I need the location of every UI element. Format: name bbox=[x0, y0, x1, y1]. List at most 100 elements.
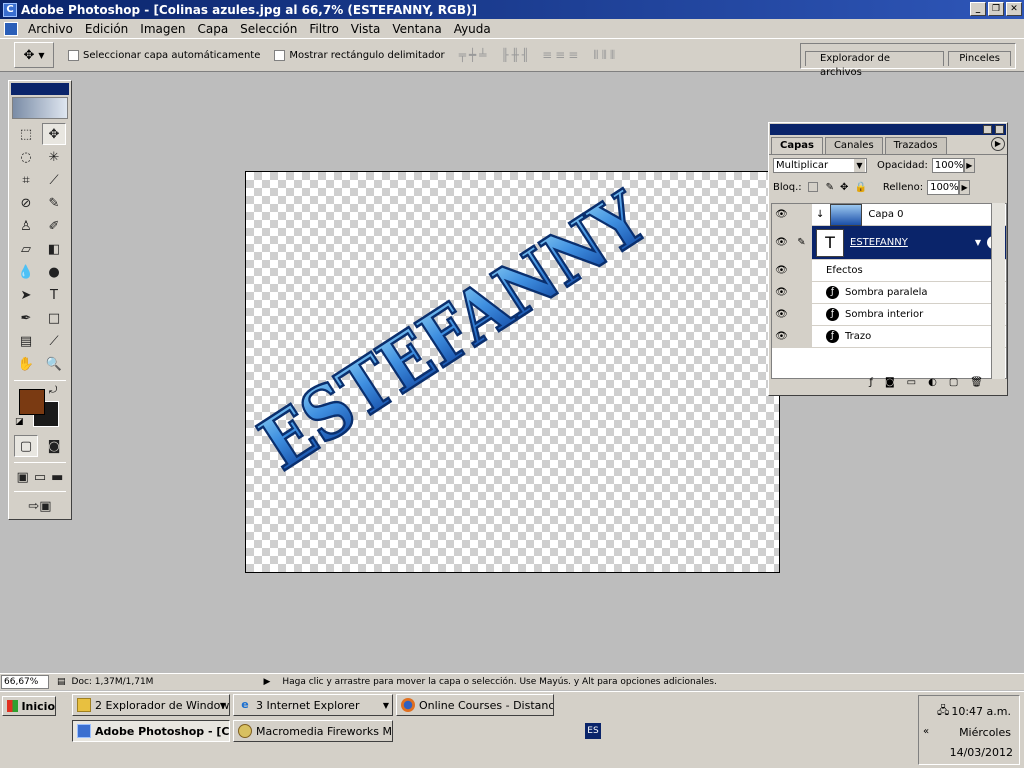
new-set-icon[interactable]: ▭ bbox=[907, 377, 916, 393]
menu-imagen[interactable]: Imagen bbox=[134, 22, 191, 36]
document-info-icon[interactable]: ▤ bbox=[57, 677, 66, 687]
crop-tool-icon[interactable]: ⌗ bbox=[14, 169, 38, 191]
blend-mode-select[interactable]: Multiplicar bbox=[773, 158, 867, 173]
align-bottom-icon[interactable]: ╧ bbox=[479, 48, 486, 62]
history-brush-tool-icon[interactable]: ✐ bbox=[42, 215, 66, 237]
start-button[interactable]: Inicio bbox=[2, 696, 56, 716]
shape-tool-icon[interactable]: □ bbox=[42, 307, 66, 329]
taskbar-button-photoshop[interactable]: Adobe Photoshop - [C... bbox=[72, 720, 230, 742]
menu-seleccion[interactable]: Selección bbox=[234, 22, 303, 36]
tab-brushes[interactable]: Pinceles bbox=[948, 51, 1011, 66]
distribute-right-icon[interactable]: ⦀ bbox=[610, 48, 615, 63]
visibility-eye-icon[interactable]: 👁 bbox=[772, 304, 792, 325]
type-tool-icon[interactable]: T bbox=[42, 284, 66, 306]
tool-preset-picker[interactable]: ✥ ▼ bbox=[14, 42, 54, 68]
slice-tool-icon[interactable]: ⟋ bbox=[42, 169, 66, 191]
align-hcenter-icon[interactable]: ╫ bbox=[512, 48, 519, 62]
blur-tool-icon[interactable]: 💧 bbox=[14, 261, 38, 283]
layer-row[interactable]: 👁 ✎ T ESTEFANNY ▼ ƒ bbox=[772, 226, 1006, 260]
network-icon[interactable]: 🖧 bbox=[937, 702, 949, 721]
language-indicator[interactable]: ES bbox=[585, 723, 601, 739]
foreground-color-swatch[interactable] bbox=[19, 389, 45, 415]
toolbox-title-bar[interactable] bbox=[11, 83, 69, 95]
lock-image-icon[interactable]: ✎ bbox=[826, 182, 834, 193]
opacity-slider-button[interactable]: ▶ bbox=[963, 158, 975, 173]
taskbar-button-firefox[interactable]: Online Courses - Distanc... bbox=[396, 694, 554, 716]
tab-canales[interactable]: Canales bbox=[824, 137, 883, 154]
visibility-eye-icon[interactable]: 👁 bbox=[772, 204, 792, 225]
eyedropper-tool-icon[interactable]: ⟋ bbox=[42, 330, 66, 352]
adobe-online-icon[interactable] bbox=[12, 97, 68, 119]
clock-time[interactable]: 10:47 a.m. bbox=[951, 705, 1011, 718]
doc-minimize-button[interactable]: _ bbox=[970, 2, 986, 16]
swap-colors-icon[interactable]: ⤾ bbox=[49, 385, 57, 396]
menu-capa[interactable]: Capa bbox=[191, 22, 234, 36]
distribute-top-icon[interactable]: ≡ bbox=[542, 48, 552, 63]
palette-close-button[interactable] bbox=[995, 125, 1004, 134]
document-icon[interactable] bbox=[4, 21, 18, 36]
lock-transparency-icon[interactable] bbox=[807, 182, 818, 192]
menu-ventana[interactable]: Ventana bbox=[386, 22, 447, 36]
add-layer-style-icon[interactable]: ƒ bbox=[869, 377, 873, 393]
fill-input[interactable]: 100% bbox=[927, 179, 960, 195]
zoom-input[interactable]: 66,67% bbox=[1, 675, 49, 689]
effect-row[interactable]: 👁 ƒ Sombra interior bbox=[772, 304, 1006, 326]
document-canvas[interactable]: ESTEFANNY bbox=[245, 171, 780, 573]
brush-tool-icon[interactable]: ✎ bbox=[42, 192, 66, 214]
palette-minimize-button[interactable] bbox=[983, 125, 992, 134]
chevron-down-icon[interactable]: ▼ bbox=[975, 238, 981, 247]
doc-restore-button[interactable]: ❐ bbox=[988, 2, 1004, 16]
lock-position-icon[interactable]: ✥ bbox=[840, 182, 848, 193]
menu-filtro[interactable]: Filtro bbox=[303, 22, 344, 36]
taskbar-button-explorer[interactable]: 2 Explorador de Windows ▼ bbox=[72, 694, 230, 716]
collapse-tray-icon[interactable]: « bbox=[923, 726, 929, 737]
align-vcenter-icon[interactable]: ┿ bbox=[469, 48, 476, 62]
align-left-icon[interactable]: ╟ bbox=[501, 48, 508, 62]
lock-all-icon[interactable]: 🔒 bbox=[854, 182, 866, 193]
visibility-eye-icon[interactable]: 👁 bbox=[772, 282, 792, 303]
magic-wand-tool-icon[interactable]: ✳ bbox=[42, 146, 66, 168]
palette-menu-icon[interactable]: ▶ bbox=[991, 137, 1005, 151]
distribute-vcenter-icon[interactable]: ≡ bbox=[555, 48, 565, 63]
distribute-left-icon[interactable]: ⦀ bbox=[593, 48, 598, 63]
visibility-eye-icon[interactable]: 👁 bbox=[772, 226, 792, 259]
jump-to-imageready-icon[interactable]: ⇨▣ bbox=[14, 495, 66, 517]
quick-mask-mode-icon[interactable]: ◙ bbox=[42, 435, 66, 457]
add-mask-icon[interactable]: ◙ bbox=[885, 377, 895, 393]
path-selection-tool-icon[interactable]: ➤ bbox=[14, 284, 38, 306]
stamp-tool-icon[interactable]: ♙ bbox=[14, 215, 38, 237]
pen-tool-icon[interactable]: ✒ bbox=[14, 307, 38, 329]
healing-brush-tool-icon[interactable]: ⊘ bbox=[14, 192, 38, 214]
layers-palette-title-bar[interactable] bbox=[770, 124, 1006, 135]
marquee-tool-icon[interactable]: ⬚ bbox=[14, 123, 38, 145]
screen-mode-full-icon[interactable]: ▬ bbox=[50, 466, 65, 488]
layers-scrollbar[interactable] bbox=[991, 203, 1005, 379]
gradient-tool-icon[interactable]: ◧ bbox=[42, 238, 66, 260]
opacity-input[interactable]: 100% bbox=[931, 158, 964, 173]
lasso-tool-icon[interactable]: ◌ bbox=[14, 146, 38, 168]
eraser-tool-icon[interactable]: ▱ bbox=[14, 238, 38, 260]
tab-file-browser[interactable]: Explorador de archivos bbox=[805, 51, 945, 78]
fill-slider-button[interactable]: ▶ bbox=[959, 179, 971, 195]
zoom-tool-icon[interactable]: 🔍 bbox=[42, 353, 66, 375]
auto-select-checkbox[interactable] bbox=[68, 49, 79, 61]
default-colors-icon[interactable]: ◪ bbox=[15, 417, 24, 427]
screen-mode-standard-icon[interactable]: ▣ bbox=[15, 466, 30, 488]
distribute-buttons[interactable]: ≡ ≡ ≡ ⦀ ⦀ ⦀ bbox=[542, 48, 615, 63]
distribute-hcenter-icon[interactable]: ⦀ bbox=[602, 48, 607, 63]
hand-tool-icon[interactable]: ✋ bbox=[14, 353, 38, 375]
new-layer-icon[interactable]: ▢ bbox=[949, 377, 958, 393]
doc-close-button[interactable]: ✕ bbox=[1006, 2, 1022, 16]
align-right-icon[interactable]: ╢ bbox=[522, 48, 529, 62]
tab-capas[interactable]: Capas bbox=[771, 137, 823, 154]
visibility-eye-icon[interactable]: 👁 bbox=[772, 260, 792, 281]
menu-vista[interactable]: Vista bbox=[345, 22, 387, 36]
dodge-tool-icon[interactable]: ● bbox=[42, 261, 66, 283]
screen-mode-full-menu-icon[interactable]: ▭ bbox=[32, 466, 47, 488]
layer-link-cell[interactable] bbox=[792, 204, 812, 225]
menu-edicion[interactable]: Edición bbox=[79, 22, 134, 36]
brush-icon[interactable]: ✎ bbox=[792, 226, 812, 259]
distribute-bottom-icon[interactable]: ≡ bbox=[568, 48, 578, 63]
new-adjustment-layer-icon[interactable]: ◐ bbox=[928, 377, 937, 393]
trash-icon[interactable]: 🗑 bbox=[970, 377, 983, 393]
